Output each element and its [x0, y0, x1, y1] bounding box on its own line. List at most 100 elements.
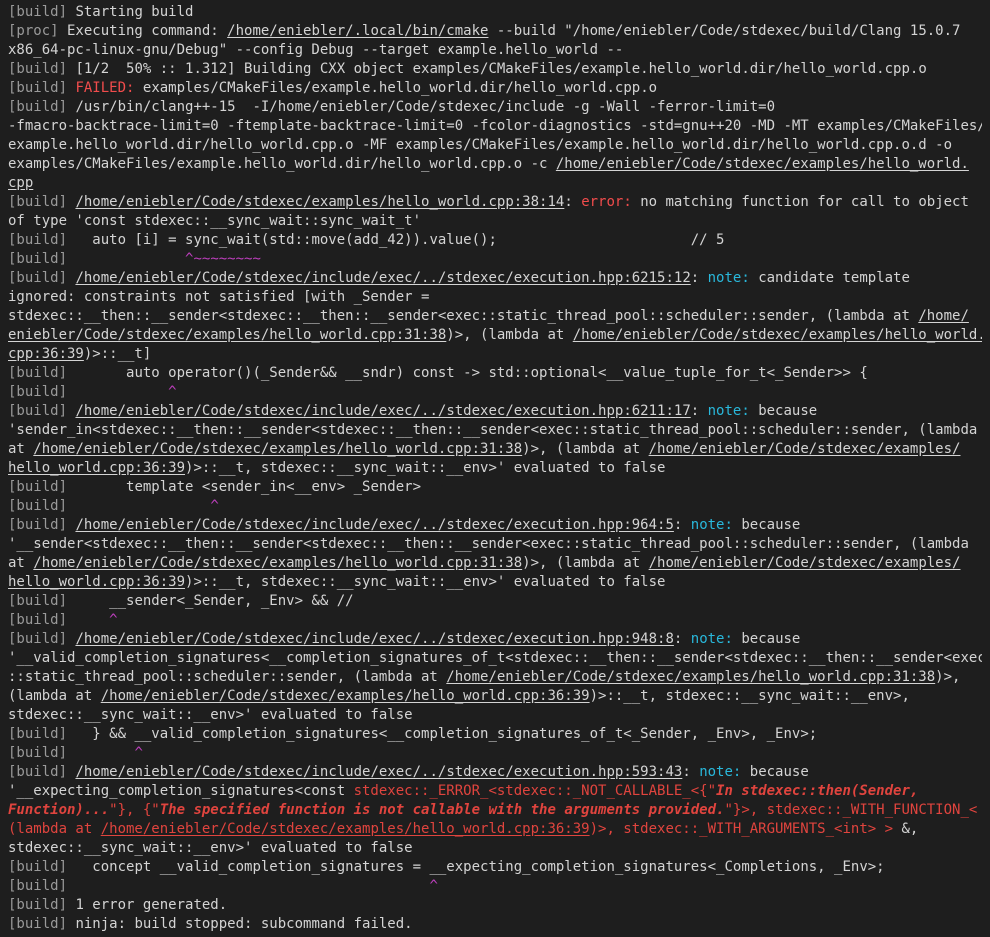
- diagnostic-message: The specified function is not callable w…: [159, 802, 725, 818]
- log-prefix: [build]: [8, 99, 68, 115]
- log-text: :: [682, 764, 700, 780]
- log-text: :: [690, 403, 708, 419]
- log-prefix: [build]: [8, 764, 68, 780]
- file-link[interactable]: /home/eniebler/Code/stdexec/examples/hel…: [101, 821, 590, 837]
- file-link[interactable]: /home/eniebler/Code/stdexec/examples/hel…: [33, 555, 522, 571]
- log-prefix: [build]: [8, 897, 68, 913]
- terminal-line: [build] concept __valid_completion_signa…: [8, 858, 982, 877]
- file-link[interactable]: /home/eniebler/Code/stdexec/examples/: [649, 555, 961, 571]
- terminal-line: hello_world.cpp:36:39)>::__t, stdexec::_…: [8, 573, 982, 592]
- log-text: '__expecting_completion_signatures<const: [8, 783, 354, 799]
- terminal-line: hello_world.cpp:36:39)>::__t, stdexec::_…: [8, 459, 982, 478]
- terminal-line: Function)..."}, {"The specified function…: [8, 801, 982, 820]
- log-text: example.hello_world.dir/hello_world.cpp.…: [8, 137, 953, 153]
- log-prefix: [build]: [8, 517, 68, 533]
- file-link[interactable]: /home/eniebler/Code/stdexec/examples/hel…: [33, 441, 522, 457]
- file-link[interactable]: /home/eniebler/Code/stdexec/include/exec…: [75, 517, 673, 533]
- file-link[interactable]: /home/eniebler/Code/stdexec/examples/hel…: [573, 327, 982, 343]
- diagnostic-text: "}, {": [109, 802, 160, 818]
- terminal-line: stdexec::__sync_wait::__env>' evaluated …: [8, 839, 982, 858]
- log-text: /usr/bin/clang++-15 -I/home/eniebler/Cod…: [67, 99, 776, 115]
- log-text: ::static_thread_pool::scheduler::sender,…: [8, 669, 447, 685]
- terminal-line: stdexec::__then::__sender<stdexec::__the…: [8, 307, 982, 326]
- log-text: at: [8, 441, 34, 457]
- log-text: of type 'const stdexec::__sync_wait::syn…: [8, 213, 422, 229]
- file-link[interactable]: /home/eniebler/Code/stdexec/examples/: [649, 441, 961, 457]
- log-text: '__sender<stdexec::__then::__sender<stde…: [8, 536, 969, 552]
- file-link[interactable]: hello_world.cpp:36:39: [8, 574, 185, 590]
- log-prefix: [build]: [8, 859, 68, 875]
- file-link[interactable]: /home/eniebler/Code/stdexec/examples/hel…: [101, 688, 590, 704]
- log-prefix: [build]: [8, 403, 68, 419]
- file-link[interactable]: /home/eniebler/Code/stdexec/include/exec…: [75, 403, 690, 419]
- log-text: :: [564, 194, 582, 210]
- log-text: ignored: constraints not satisfied [with…: [8, 289, 430, 305]
- log-text: stdexec::__sync_wait::__env>' evaluated …: [8, 840, 413, 856]
- file-link[interactable]: /home/eniebler/Code/stdexec/examples/hel…: [556, 156, 969, 172]
- log-text: __sender<_Sender, _Env> && //: [67, 593, 354, 609]
- file-link[interactable]: hello_world.cpp:36:39: [8, 460, 185, 476]
- log-text: template <sender_in<__env> _Sender>: [67, 479, 422, 495]
- diagnostic-message: Function)...: [8, 802, 110, 818]
- note-label: note:: [707, 270, 750, 286]
- terminal-line: (lambda at /home/eniebler/Code/stdexec/e…: [8, 687, 982, 706]
- caret-marker: ^: [134, 745, 143, 761]
- log-text: Executing command:: [58, 23, 228, 39]
- log-prefix: [build]: [8, 498, 68, 514]
- log-prefix: [build]: [8, 232, 68, 248]
- log-text: )>,: [935, 669, 961, 685]
- file-link[interactable]: /home/eniebler/Code/stdexec/examples/hel…: [75, 194, 564, 210]
- log-prefix: [build]: [8, 593, 68, 609]
- terminal-line: cpp:36:39)>::__t]: [8, 345, 982, 364]
- terminal-line: [build] ninja: build stopped: subcommand…: [8, 915, 982, 934]
- terminal-line: [build] /home/eniebler/Code/stdexec/incl…: [8, 763, 982, 782]
- terminal-output[interactable]: [build] Starting build [proc] Executing c…: [0, 0, 990, 934]
- log-prefix: [build]: [8, 365, 68, 381]
- log-prefix: [build]: [8, 745, 68, 761]
- terminal-line: [build] ^: [8, 497, 982, 516]
- log-text: )>, (lambda at: [522, 441, 649, 457]
- terminal-line: stdexec::__sync_wait::__env>' evaluated …: [8, 706, 982, 725]
- terminal-line: '__sender<stdexec::__then::__sender<stde…: [8, 535, 982, 554]
- diagnostic-text: stdexec::_ERROR_<stdexec::_NOT_CALLABLE_…: [353, 783, 717, 799]
- file-link[interactable]: cpp: [8, 175, 33, 191]
- log-prefix: [proc]: [8, 23, 59, 39]
- terminal-line: [build] ^: [8, 744, 982, 763]
- file-link[interactable]: /home/: [918, 308, 969, 324]
- log-prefix: [build]: [8, 270, 68, 286]
- log-text: 1 error generated.: [67, 897, 228, 913]
- terminal-line: 'sender_in<stdexec::__then::__sender<std…: [8, 421, 982, 440]
- log-prefix: [build]: [8, 4, 68, 20]
- log-text: -fmacro-backtrace-limit=0 -ftemplate-bac…: [8, 118, 982, 134]
- caret-marker: ^: [210, 498, 219, 514]
- file-link[interactable]: /home/eniebler/Code/stdexec/include/exec…: [75, 270, 690, 286]
- terminal-line: [build] template <sender_in<__env> _Send…: [8, 478, 982, 497]
- log-text: concept __valid_completion_signatures = …: [67, 859, 885, 875]
- caret-marker: ^: [429, 878, 438, 894]
- file-link[interactable]: /home/eniebler/Code/stdexec/include/exec…: [75, 764, 682, 780]
- log-text: because: [732, 631, 801, 647]
- terminal-line: [build] FAILED: examples/CMakeFiles/exam…: [8, 79, 982, 98]
- log-text: &,: [893, 821, 919, 837]
- terminal-line: ::static_thread_pool::scheduler::sender,…: [8, 668, 982, 687]
- log-text: )>::__t, stdexec::__sync_wait::__env>' e…: [185, 460, 666, 476]
- terminal-line: [build] ^~~~~~~~~: [8, 250, 982, 269]
- file-link[interactable]: eniebler/Code/stdexec/examples/hello_wor…: [8, 327, 446, 343]
- terminal-line: [build] /home/eniebler/Code/stdexec/incl…: [8, 269, 982, 288]
- log-text: )>, (lambda at: [522, 555, 649, 571]
- log-prefix: [build]: [8, 916, 68, 932]
- file-link[interactable]: /home/eniebler/Code/stdexec/examples/hel…: [446, 669, 935, 685]
- log-text: no matching function for call to object: [631, 194, 969, 210]
- log-text: [1/2 50% :: 1.312] Building CXX object e…: [67, 61, 927, 77]
- terminal-line: example.hello_world.dir/hello_world.cpp.…: [8, 136, 982, 155]
- log-text: because: [732, 517, 801, 533]
- error-label: error:: [581, 194, 632, 210]
- log-text: auto [i] = sync_wait(std::move(add_42)).…: [67, 232, 725, 248]
- file-link[interactable]: /home/eniebler/.local/bin/cmake: [227, 23, 488, 39]
- file-link[interactable]: cpp:36:39: [8, 346, 84, 362]
- terminal-line: -fmacro-backtrace-limit=0 -ftemplate-bac…: [8, 117, 982, 136]
- diagnostic-message: In stdexec::then(Sender,: [716, 783, 919, 799]
- file-link[interactable]: /home/eniebler/Code/stdexec/include/exec…: [75, 631, 673, 647]
